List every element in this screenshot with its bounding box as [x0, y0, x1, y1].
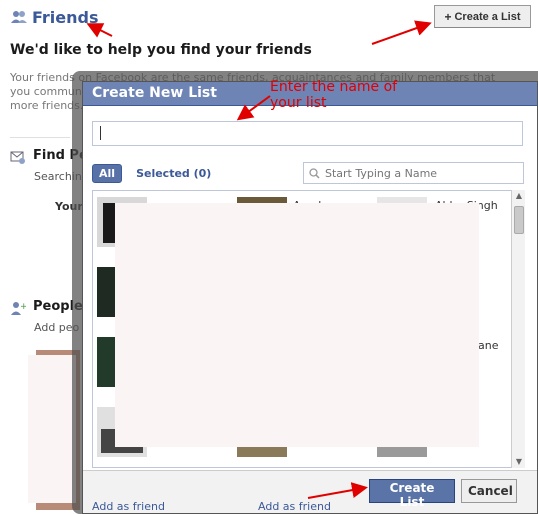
annotation-arrows — [86, 20, 432, 499]
arrow-to-list-name-input — [236, 95, 271, 121]
arrow-to-create-a-list — [371, 20, 432, 45]
arrow-to-create-list-button — [307, 482, 368, 499]
arrow-to-friends-title — [86, 23, 113, 38]
